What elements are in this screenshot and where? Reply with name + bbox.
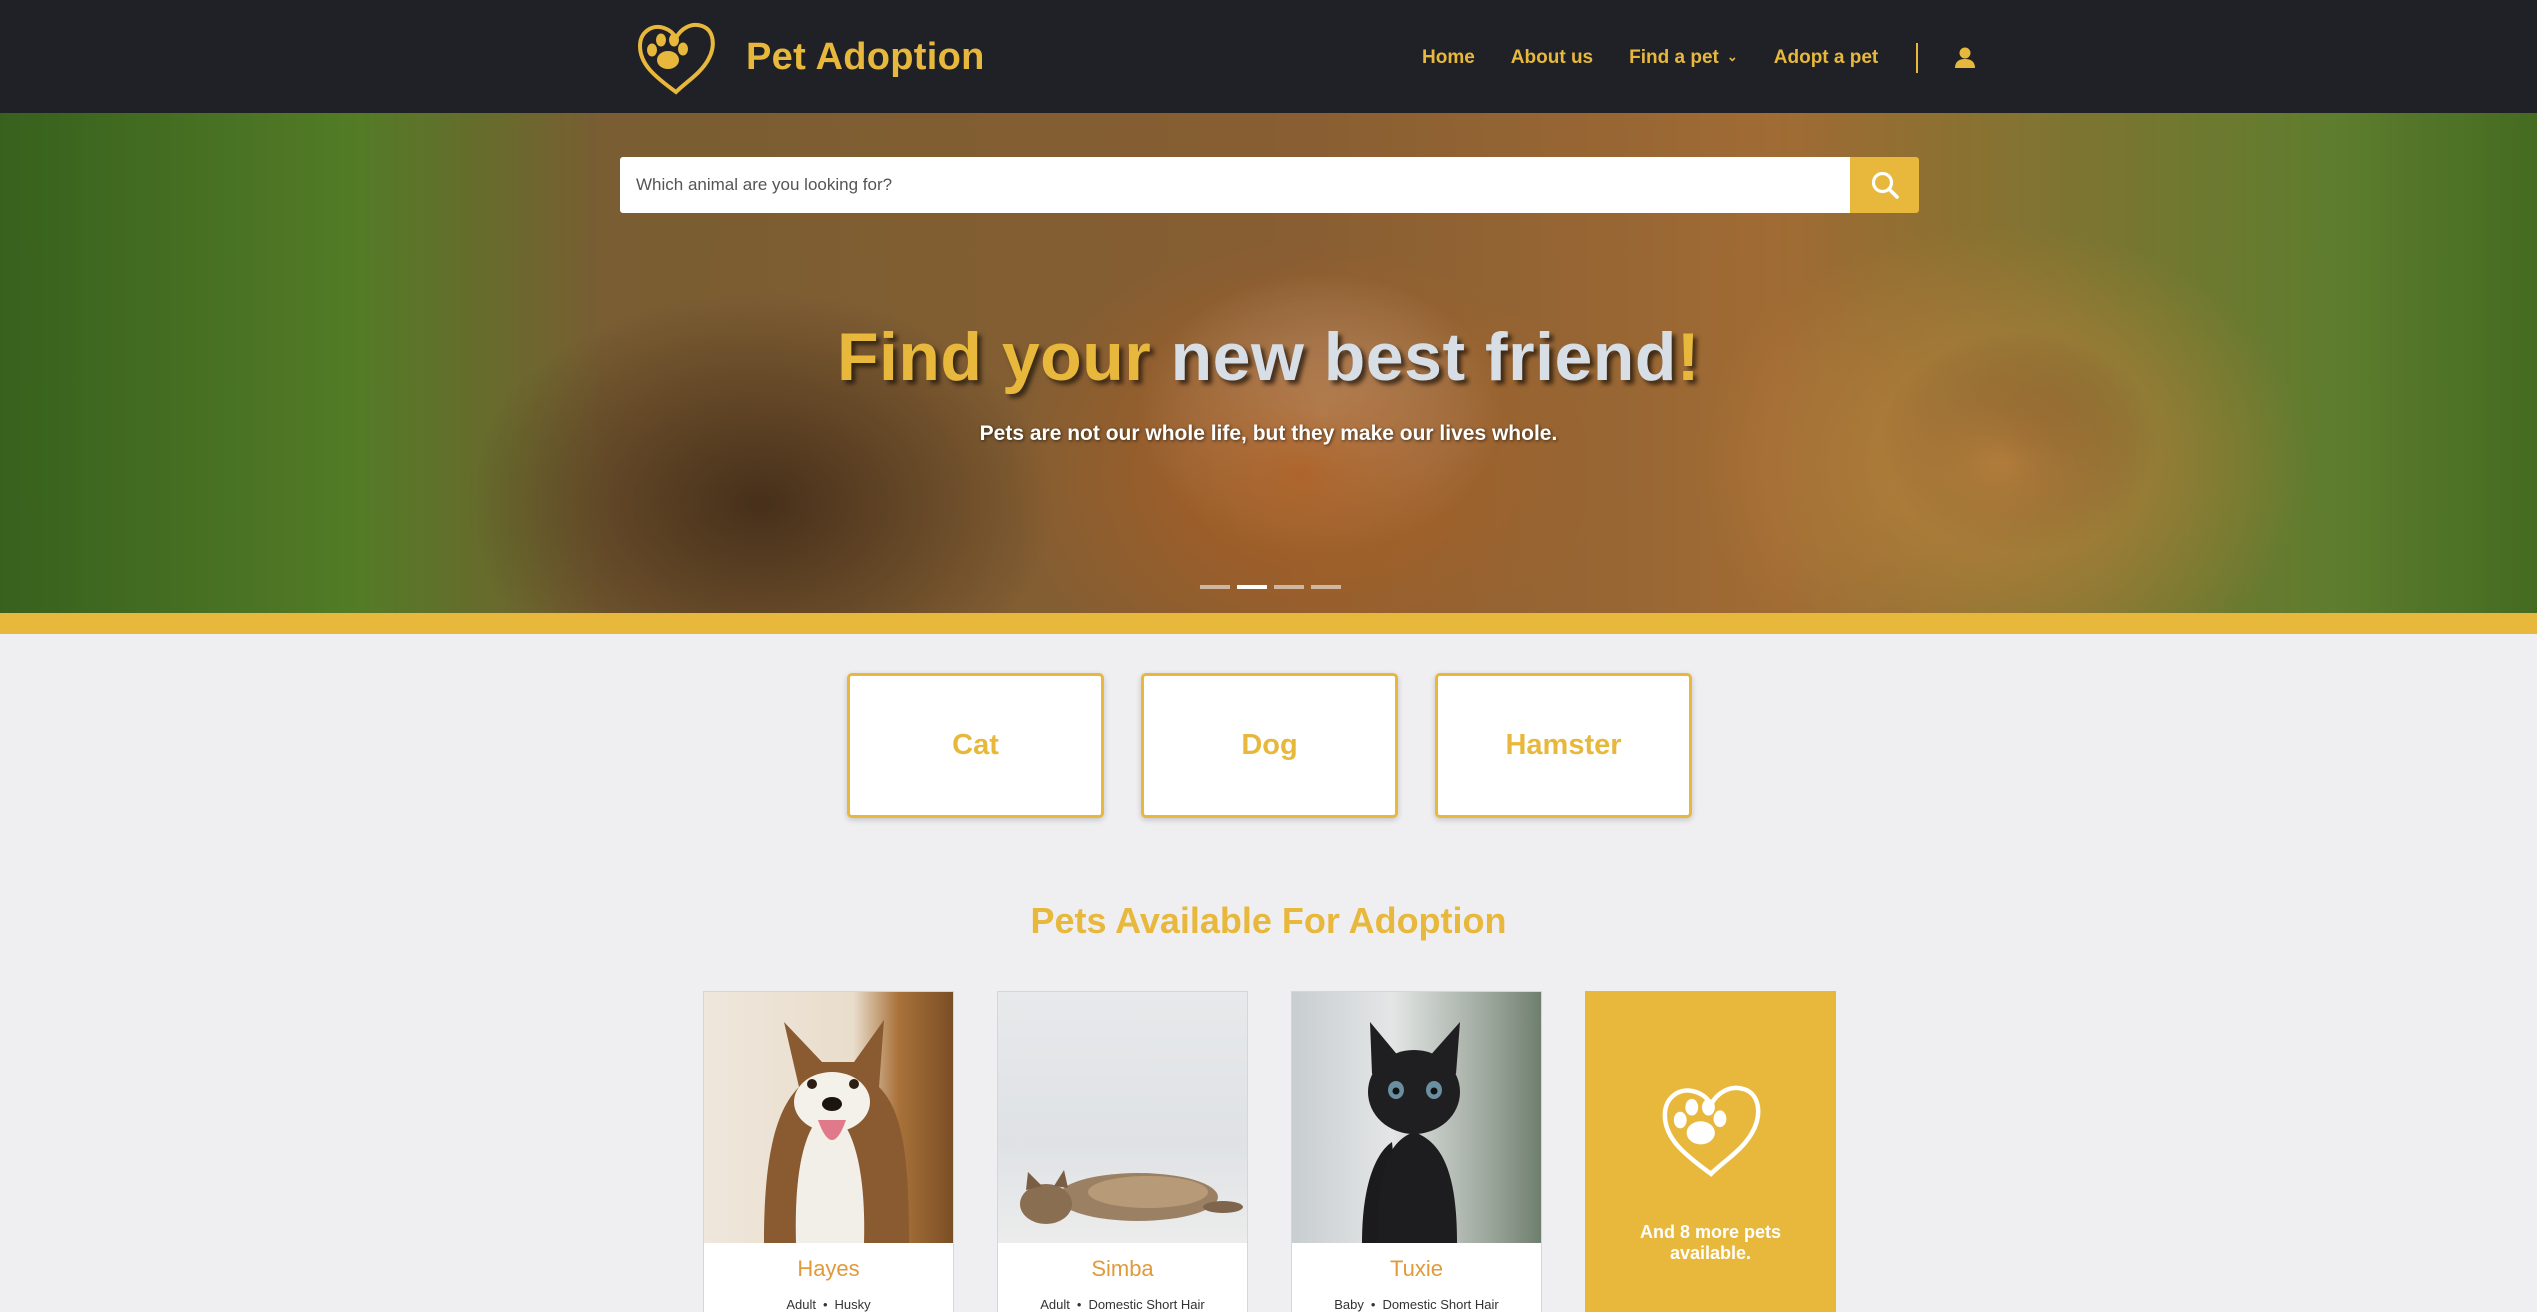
- separator-dot: •: [1370, 1297, 1376, 1312]
- category-label: Hamster: [1505, 729, 1622, 761]
- more-pets-text: And 8 more pets available.: [1639, 1222, 1782, 1263]
- pet-card-simba[interactable]: Simba Adult • Domestic Short Hair: [997, 991, 1248, 1312]
- pet-name: Simba: [1091, 1256, 1154, 1281]
- section-title: Pets Available For Adoption: [1030, 900, 1507, 941]
- brand[interactable]: Pet Adoption: [634, 18, 985, 96]
- pet-meta: Baby • Domestic Short Hair: [1292, 1297, 1541, 1312]
- carousel-indicator-active[interactable]: [1237, 585, 1267, 589]
- nav-home-link[interactable]: Home: [1422, 47, 1475, 69]
- pet-name: Hayes: [797, 1256, 860, 1281]
- pet-breed: Domestic Short Hair: [1088, 1297, 1205, 1312]
- nav-find-pet-label: Find a pet: [1629, 47, 1719, 68]
- paw-heart-logo-icon: [637, 23, 715, 95]
- search-icon: [1871, 171, 1899, 199]
- pet-breed: Husky: [834, 1297, 871, 1312]
- carousel-indicators: [1200, 585, 1348, 589]
- main-nav: Home About us Find a pet ⌄ Adopt a pet: [1422, 40, 1978, 76]
- pet-card-hayes[interactable]: Hayes Adult • Husky: [703, 991, 954, 1312]
- navbar: Pet Adoption Home About us Find a pet ⌄ A…: [0, 0, 2537, 113]
- search-bar: [620, 157, 1919, 213]
- pet-breed: Domestic Short Hair: [1382, 1297, 1499, 1312]
- hero-subtitle: Pets are not our whole life, but they ma…: [979, 422, 1558, 445]
- paw-heart-icon: [1662, 1085, 1761, 1177]
- chevron-down-icon: ⌄: [1726, 49, 1738, 64]
- pet-photo: [704, 992, 953, 1243]
- separator-dot: •: [822, 1297, 828, 1312]
- search-input[interactable]: [620, 157, 1850, 213]
- hero-banner: Find your new best friend! Pets are not …: [0, 113, 2537, 613]
- hero-title-part3: !: [1676, 319, 1701, 395]
- pet-card-tuxie[interactable]: Tuxie Baby • Domestic Short Hair: [1291, 991, 1542, 1312]
- hero-title-part1: Find your: [836, 319, 1152, 395]
- carousel-indicator[interactable]: [1200, 585, 1230, 589]
- nav-divider: [1916, 43, 1919, 73]
- husky-photo: [764, 1020, 909, 1243]
- category-hamster-button[interactable]: Hamster: [1435, 673, 1692, 818]
- hero-title: Find your new best friend!: [0, 318, 2537, 396]
- pet-photo: [998, 992, 1247, 1243]
- more-pets-card[interactable]: And 8 more pets available.: [1585, 991, 1836, 1312]
- nav-find-pet-dropdown[interactable]: Find a pet ⌄: [1629, 47, 1738, 69]
- cat-photo: [1020, 1170, 1243, 1224]
- pet-age: Baby: [1334, 1297, 1364, 1312]
- pet-photo: [1292, 992, 1541, 1243]
- user-icon[interactable]: [1952, 45, 1978, 71]
- carousel-indicator[interactable]: [1274, 585, 1304, 589]
- category-dog-button[interactable]: Dog: [1141, 673, 1398, 818]
- hero-title-part2: new best friend: [1151, 319, 1677, 395]
- search-button[interactable]: [1850, 157, 1919, 213]
- category-cat-button[interactable]: Cat: [847, 673, 1104, 818]
- nav-adopt-link[interactable]: Adopt a pet: [1774, 47, 1879, 69]
- pet-age: Adult: [1040, 1297, 1070, 1312]
- pet-meta: Adult • Domestic Short Hair: [998, 1297, 1247, 1312]
- kitten-photo: [1362, 1022, 1460, 1243]
- pet-name: Tuxie: [1390, 1256, 1443, 1281]
- accent-strip: [0, 613, 2537, 634]
- nav-about-link[interactable]: About us: [1511, 47, 1593, 69]
- brand-name: Pet Adoption: [746, 35, 985, 78]
- category-label: Cat: [952, 729, 999, 761]
- carousel-indicator[interactable]: [1311, 585, 1341, 589]
- pet-meta: Adult • Husky: [704, 1297, 953, 1312]
- category-label: Dog: [1241, 729, 1298, 761]
- separator-dot: •: [1076, 1297, 1082, 1312]
- pet-age: Adult: [786, 1297, 816, 1312]
